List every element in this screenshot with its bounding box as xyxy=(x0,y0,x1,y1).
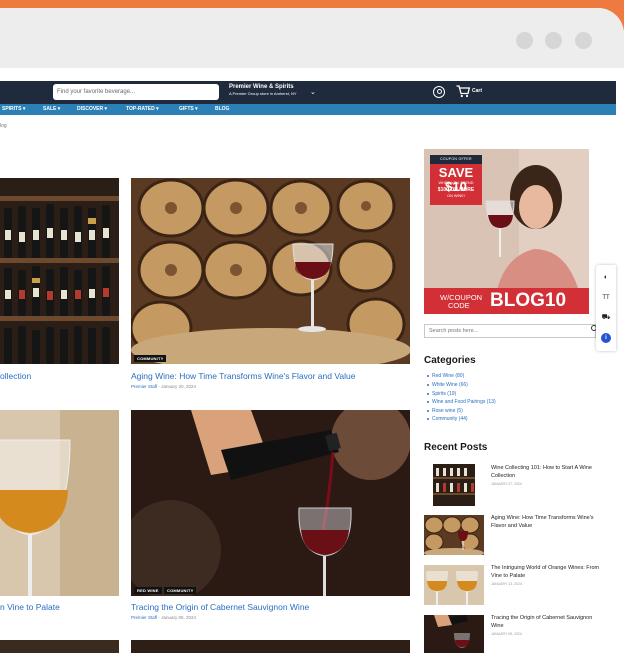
post-tag[interactable]: COMMUNITY xyxy=(134,355,167,362)
recent-post-date: JANUARY 05, 2024 xyxy=(491,632,522,636)
cart-tool-icon[interactable]: ⛟ xyxy=(601,313,611,323)
post-image[interactable] xyxy=(0,640,119,653)
cart-label[interactable]: Cart xyxy=(472,88,482,94)
recent-post-title[interactable]: Tracing the Origin of Cabernet Sauvignon… xyxy=(491,615,601,630)
post-title[interactable]: Aging Wine: How Time Transforms Wine's F… xyxy=(131,371,355,381)
post-tag[interactable]: COMMUNITY xyxy=(164,587,197,594)
ad-coupon-code: BLOG10 xyxy=(490,290,567,311)
text-size-icon[interactable]: TT xyxy=(601,293,611,303)
recent-post-thumb[interactable] xyxy=(433,464,475,506)
recent-post-title[interactable]: The Intriguing World of Orange Wines: Fr… xyxy=(491,565,601,580)
post-image-cabernet[interactable]: RED WINE COMMUNITY xyxy=(131,410,410,596)
category-wine-food-pairings[interactable]: Wine and Food Pairings (13) xyxy=(427,399,496,405)
recent-posts-heading: Recent Posts xyxy=(424,442,488,453)
recent-post-thumb[interactable] xyxy=(424,515,484,555)
post-image-wine-shelf[interactable] xyxy=(0,178,119,364)
post-image[interactable] xyxy=(131,640,410,653)
nav-item-spirits[interactable]: SPIRITS ▾ xyxy=(2,106,25,112)
recent-post-date: JANUARY 13, 2024 xyxy=(491,582,522,586)
accessibility-toolbar: ◐ TT ⛟ i xyxy=(596,265,616,351)
recent-post-title[interactable]: Aging Wine: How Time Transforms Wine's F… xyxy=(491,515,601,530)
chevron-down-icon: ⌄ xyxy=(310,89,316,96)
post-meta: Premier Staff - January 20, 2024 xyxy=(131,384,196,389)
recent-post-title[interactable]: Wine Collecting 101: How to Start A Wine… xyxy=(491,465,601,480)
site-header: Find your favorite beverage... Premier W… xyxy=(0,81,616,104)
cart-icon[interactable] xyxy=(456,85,470,98)
recent-post-thumb[interactable] xyxy=(424,615,484,653)
window-dot[interactable] xyxy=(545,32,562,49)
webpage: Find your favorite beverage... Premier W… xyxy=(0,68,624,653)
ad-more-line: $100 OR MORE xyxy=(437,187,475,193)
blog-search-input[interactable]: Search posts here... xyxy=(424,324,596,338)
category-community[interactable]: Community (44) xyxy=(427,416,468,422)
store-subtitle: A Premier Group store in Amherst, NY xyxy=(229,91,297,96)
ad-on-line: ON WINE! xyxy=(447,194,465,198)
window-dot[interactable] xyxy=(575,32,592,49)
account-icon[interactable] xyxy=(433,86,445,98)
browser-window: Find your favorite beverage... Premier W… xyxy=(0,8,624,653)
category-spirits[interactable]: Spirits (19) xyxy=(426,391,456,397)
post-date: January 20, 2024 xyxy=(161,384,196,389)
post-image-orange-wine[interactable] xyxy=(0,410,119,596)
nav-item-sale[interactable]: SALE ▾ xyxy=(43,106,60,112)
post-image-aging-wine[interactable]: COMMUNITY xyxy=(131,178,410,364)
post-title[interactable]: ollection xyxy=(0,371,31,381)
main-nav: SPIRITS ▾ SALE ▾ DISCOVER ▾ TOP-RATED ▾ … xyxy=(0,104,616,115)
coupon-ad-banner[interactable]: COUPON OFFER SAVE $10 WHEN YOU SPEND $10… xyxy=(424,149,589,314)
ad-when-line: WHEN YOU SPEND xyxy=(438,181,474,185)
info-icon[interactable]: i xyxy=(601,333,611,343)
ad-badge: COUPON OFFER xyxy=(440,157,472,161)
post-date: January 05, 2024 xyxy=(161,615,196,620)
post-title[interactable]: Tracing the Origin of Cabernet Sauvignon… xyxy=(131,602,309,612)
recent-post-thumb[interactable] xyxy=(424,565,484,605)
contrast-icon[interactable]: ◐ xyxy=(601,273,611,283)
nav-item-top-rated[interactable]: TOP-RATED ▾ xyxy=(126,106,159,112)
ad-code-label: CODE xyxy=(448,301,470,310)
window-dot[interactable] xyxy=(516,32,533,49)
category-rose-wine[interactable]: Rose wine (5) xyxy=(427,408,463,414)
post-title[interactable]: n Vine to Palate xyxy=(0,602,60,612)
categories-heading: Categories xyxy=(424,355,476,366)
product-search-input[interactable]: Find your favorite beverage... xyxy=(53,84,219,100)
post-author[interactable]: Premier Staff xyxy=(131,615,157,620)
store-name: Premier Wine & Spirits xyxy=(229,84,294,90)
recent-post-date: JANUARY 27, 2024 xyxy=(491,482,522,486)
category-white-wine[interactable]: White Wine (66) xyxy=(427,382,468,388)
category-red-wine[interactable]: Red Wine (80) xyxy=(426,373,464,379)
nav-item-gifts[interactable]: GIFTS ▾ xyxy=(179,106,198,112)
breadcrumb[interactable]: log xyxy=(0,123,7,129)
store-selector[interactable]: Premier Wine & Spirits A Premier Group s… xyxy=(229,84,316,96)
nav-item-blog[interactable]: BLOG xyxy=(215,106,229,112)
post-meta: Premier Staff - January 05, 2024 xyxy=(131,615,196,620)
nav-item-discover[interactable]: DISCOVER ▾ xyxy=(77,106,107,112)
post-tag[interactable]: RED WINE xyxy=(134,587,162,594)
post-author[interactable]: Premier Staff xyxy=(131,384,157,389)
window-chrome xyxy=(0,8,624,68)
